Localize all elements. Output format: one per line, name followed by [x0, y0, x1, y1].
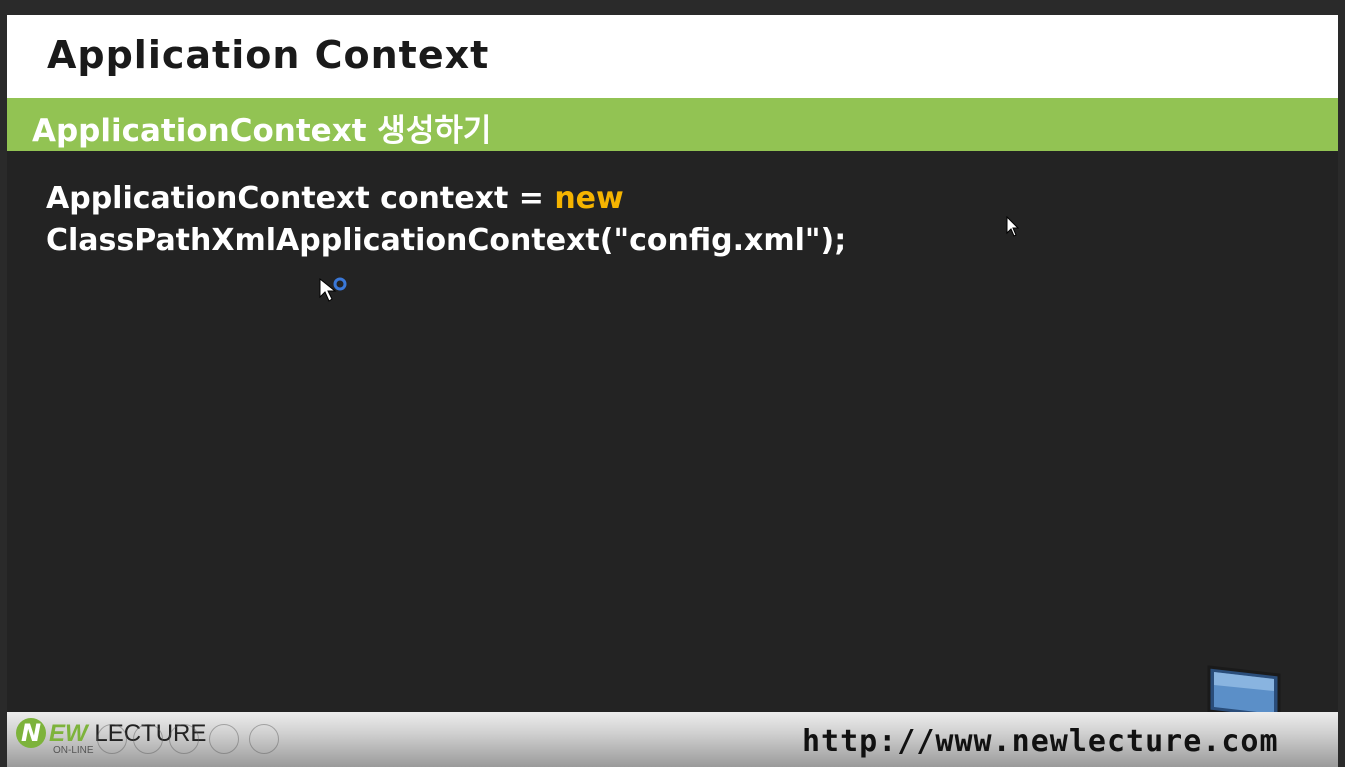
player-control-icon[interactable]	[209, 724, 239, 754]
player-control-icon[interactable]	[97, 724, 127, 754]
code-line-2: ClassPathXmlApplicationContext("config.x…	[46, 223, 847, 258]
window-top-bar	[0, 0, 1345, 15]
window-left-border	[0, 15, 7, 767]
slide-title-area: Application Context	[7, 15, 1338, 98]
logo-subtext: ON-LINE	[53, 745, 94, 756]
mouse-pointer-icon	[1006, 215, 1020, 242]
slide-title: Application Context	[47, 33, 490, 77]
code-line-1-text: ApplicationContext context =	[46, 181, 555, 216]
busy-pointer-icon	[319, 277, 355, 309]
window-right-border	[1338, 15, 1345, 767]
logo-mark: N	[16, 718, 46, 748]
player-control-icon[interactable]	[249, 724, 279, 754]
slide-subtitle: ApplicationContext 생성하기	[32, 113, 492, 149]
code-keyword-new: new	[554, 181, 624, 216]
slide-footer: N EW LECTURE ON-LINE http://www.newlectu…	[7, 712, 1338, 767]
slide-subtitle-bar: ApplicationContext 생성하기	[7, 98, 1338, 151]
player-control-icon[interactable]	[169, 724, 199, 754]
code-snippet: ApplicationContext context = new ClassPa…	[46, 178, 846, 262]
code-line-1: ApplicationContext context = new	[46, 178, 846, 220]
footer-url: http://www.newlecture.com	[802, 724, 1279, 759]
lecture-slide: Application Context ApplicationContext 생…	[7, 15, 1338, 767]
logo-ew: EW	[49, 720, 88, 747]
player-control-icon[interactable]	[133, 724, 163, 754]
